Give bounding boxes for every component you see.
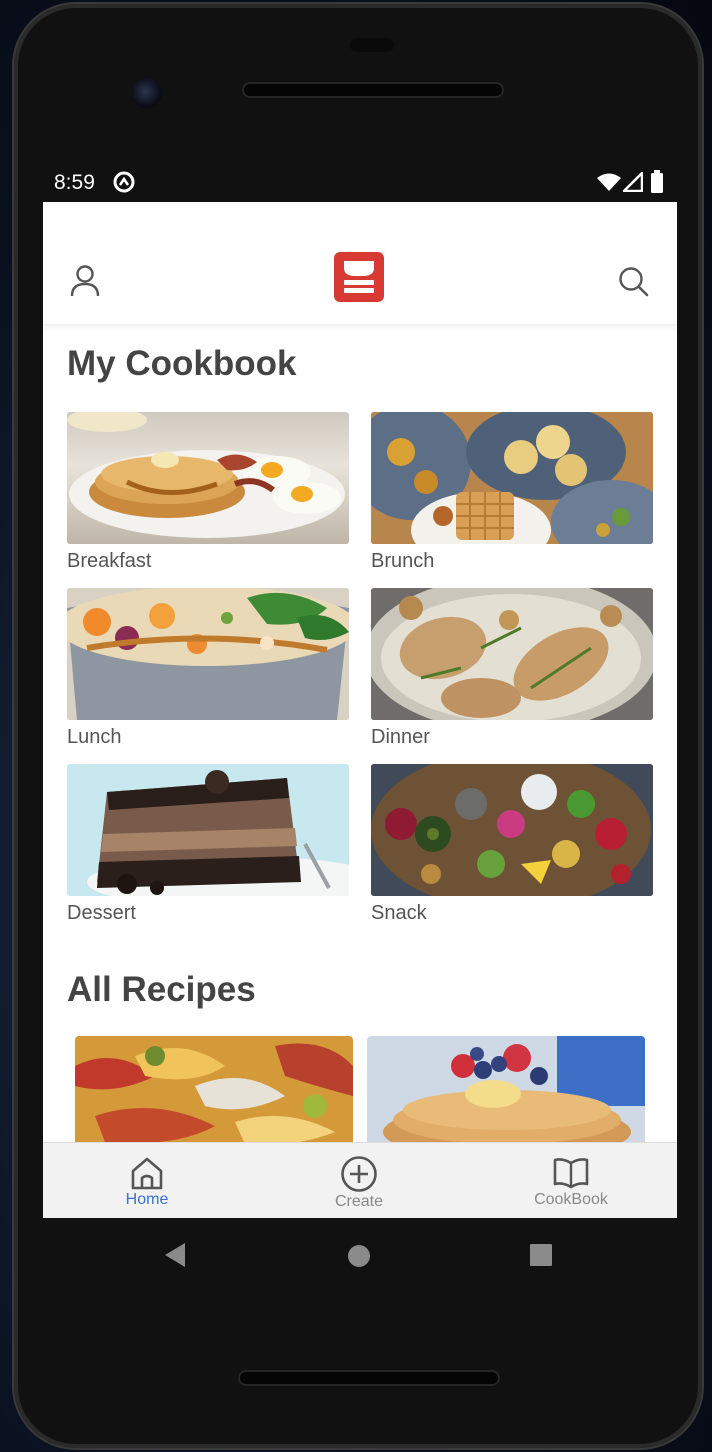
status-time: 8:59 (54, 171, 95, 194)
signal-icon (623, 172, 643, 192)
bottom-navigation: Home Create CookBook (43, 1142, 677, 1218)
category-label: Lunch (67, 726, 122, 748)
battery-icon (651, 170, 663, 193)
dessert-image (67, 764, 349, 896)
nav-create-label: Create (334, 1193, 384, 1210)
home-icon (131, 1157, 163, 1190)
nav-create[interactable]: Create (289, 1143, 429, 1218)
category-label: Dinner (371, 726, 430, 748)
home-content[interactable]: My Cookbook Breakfast Brunch Lunch Dinne… (43, 326, 677, 1142)
brunch-image (371, 412, 653, 544)
nav-cookbook[interactable]: CookBook (501, 1143, 641, 1218)
search-icon[interactable] (618, 266, 650, 298)
category-card-breakfast[interactable]: Breakfast (67, 412, 349, 573)
front-camera (132, 78, 162, 108)
nav-cookbook-label: CookBook (534, 1191, 608, 1208)
lunch-image (67, 588, 349, 720)
recipe-card-pasta[interactable] (75, 1036, 353, 1142)
nav-home[interactable]: Home (77, 1143, 217, 1218)
sensor (350, 38, 394, 52)
sync-icon (113, 171, 135, 193)
category-card-brunch[interactable]: Brunch (371, 412, 653, 573)
system-navigation-bar (43, 1218, 677, 1292)
app-screen: My Cookbook Breakfast Brunch Lunch Dinne… (43, 202, 677, 1218)
category-label: Breakfast (67, 550, 152, 572)
all-recipes-title: All Recipes (67, 970, 256, 1009)
breakfast-image (67, 412, 349, 544)
bottom-speaker (238, 1370, 500, 1386)
earpiece-speaker (242, 82, 504, 98)
snack-image (371, 764, 653, 896)
cookbook-logo-icon[interactable] (334, 252, 384, 302)
my-cookbook-title: My Cookbook (67, 344, 297, 383)
category-card-lunch[interactable]: Lunch (67, 588, 349, 749)
recipe-card-pancakes[interactable] (367, 1036, 645, 1142)
back-icon[interactable] (163, 1242, 187, 1268)
wifi-icon (597, 173, 621, 191)
status-bar: 8:59 (43, 162, 677, 202)
book-icon (553, 1158, 589, 1189)
dinner-image (371, 588, 653, 720)
nav-home-label: Home (125, 1191, 169, 1208)
category-card-dessert[interactable]: Dessert (67, 764, 349, 925)
plus-circle-icon (341, 1156, 377, 1192)
category-label: Brunch (371, 550, 435, 572)
category-label: Snack (371, 902, 427, 924)
category-card-snack[interactable]: Snack (371, 764, 653, 925)
category-label: Dessert (67, 902, 136, 924)
app-header (43, 202, 677, 324)
category-card-dinner[interactable]: Dinner (371, 588, 653, 749)
recents-icon[interactable] (530, 1244, 552, 1266)
user-icon[interactable] (70, 265, 100, 297)
home-circle-icon[interactable] (347, 1244, 371, 1268)
